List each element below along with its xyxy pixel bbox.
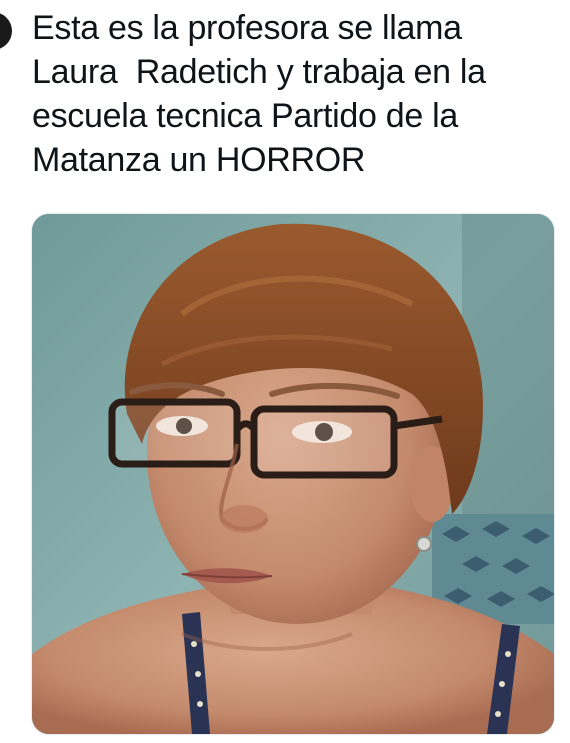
glasses: [108, 398, 443, 479]
tweet-text: Esta es la profesora se llama Laura Rade…: [32, 6, 552, 182]
earring: [416, 536, 432, 552]
tweet-text-line: escuela tecnica Partido de la: [32, 97, 459, 135]
tweet-text-line: Laura Radetich y trabaja en la: [32, 53, 486, 91]
portrait-photo: [32, 214, 554, 734]
tweet-text-line: Esta es la profesora se llama: [32, 9, 462, 47]
tweet-text-line: Matanza un HORROR: [32, 141, 366, 179]
tweet-photo[interactable]: [31, 213, 555, 735]
avatar[interactable]: [0, 12, 12, 50]
